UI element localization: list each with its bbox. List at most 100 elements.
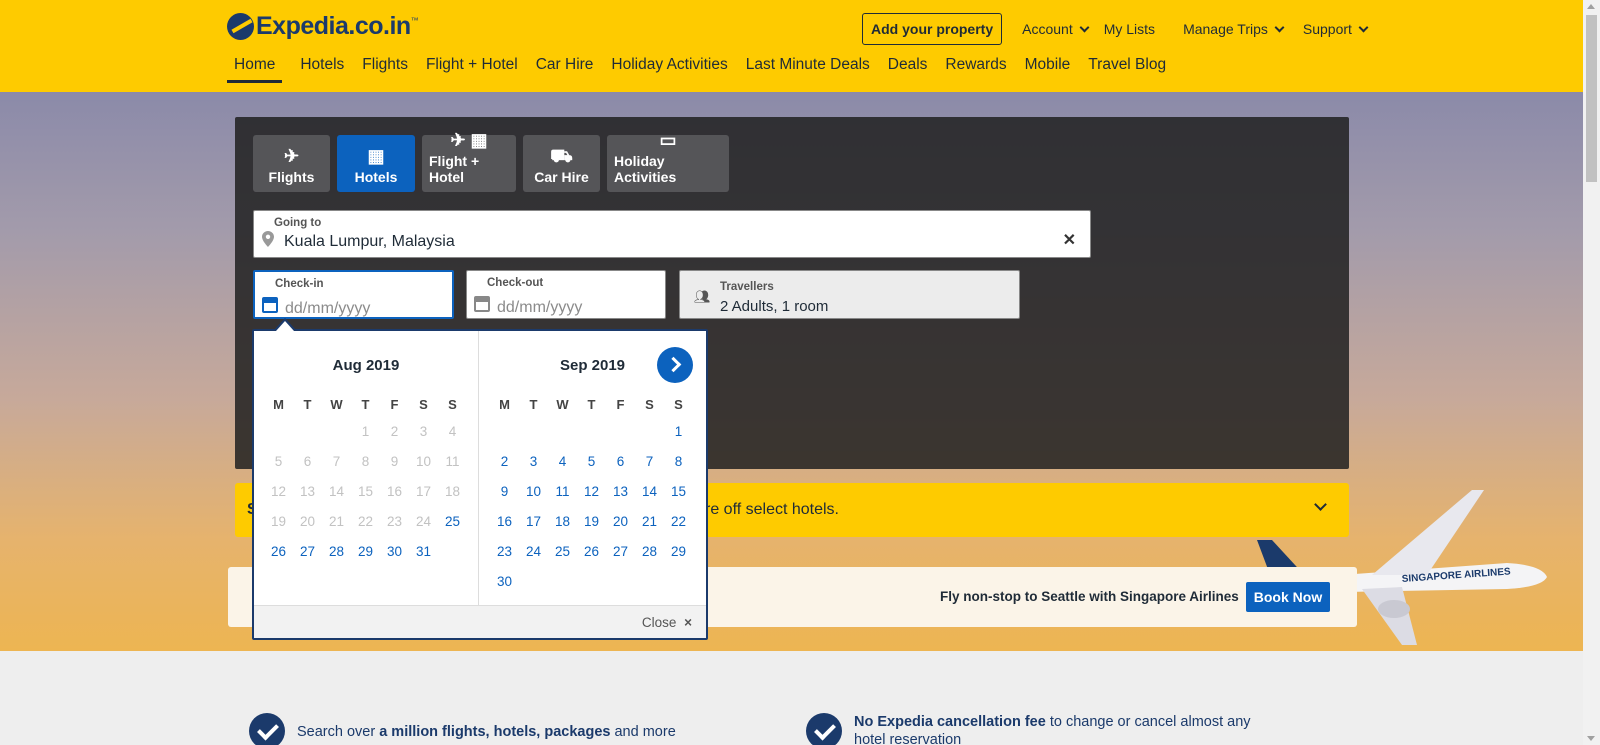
- calendar-day[interactable]: 15: [664, 482, 693, 512]
- calendar-day[interactable]: 24: [519, 542, 548, 572]
- calendar-day[interactable]: 27: [293, 542, 322, 572]
- calendar-day[interactable]: 18: [548, 512, 577, 542]
- calendar-pointer: [274, 318, 296, 331]
- weekday-header: S: [448, 397, 457, 412]
- nav-rewards[interactable]: Rewards: [945, 56, 1006, 82]
- nav-travel-blog[interactable]: Travel Blog: [1088, 56, 1166, 82]
- car-icon: ⛟: [550, 146, 573, 166]
- feature-million-flights: Search over a million flights, hotels, p…: [249, 713, 676, 745]
- calendar-day[interactable]: 4: [548, 452, 577, 482]
- empty-day-cell: [322, 422, 351, 452]
- calendar-day[interactable]: 17: [519, 512, 548, 542]
- going-to-field[interactable]: Going to Kuala Lumpur, Malaysia ✕: [253, 210, 1091, 258]
- calendar-day[interactable]: 29: [351, 542, 380, 572]
- calendar-day[interactable]: 20: [606, 512, 635, 542]
- calendar-day[interactable]: 22: [664, 512, 693, 542]
- calendar-day[interactable]: 12: [577, 482, 606, 512]
- nav-home[interactable]: Home: [227, 56, 283, 83]
- clear-icon[interactable]: ✕: [1063, 230, 1076, 250]
- weekday-header: S: [419, 397, 428, 412]
- nav-flight-hotel[interactable]: Flight + Hotel: [426, 56, 518, 82]
- calendar-day[interactable]: 26: [577, 542, 606, 572]
- scroll-thumb[interactable]: [1586, 15, 1597, 182]
- calendar-day[interactable]: 28: [322, 542, 351, 572]
- calendar-day[interactable]: 23: [490, 542, 519, 572]
- calendar-day[interactable]: 16: [490, 512, 519, 542]
- nav-deals[interactable]: Deals: [888, 56, 928, 82]
- calendar-day[interactable]: 30: [490, 572, 519, 602]
- calendar-day[interactable]: 9: [490, 482, 519, 512]
- page-scrollbar[interactable]: [1583, 0, 1600, 745]
- expedia-logo[interactable]: Expedia.co.in ™: [227, 12, 419, 41]
- calendar-day[interactable]: 14: [635, 482, 664, 512]
- weekday-header: T: [303, 397, 312, 412]
- month-grid: M T W T F S S 1 2 3 4 5 6 7 8 9 10 11 12 13 14 15 16 17 18 19 20 21…: [490, 397, 693, 602]
- calendar-day[interactable]: 28: [635, 542, 664, 572]
- calendar-day[interactable]: 1: [664, 422, 693, 452]
- add-property-button[interactable]: Add your property: [862, 13, 1003, 45]
- tab-flight-hotel[interactable]: ✈ ▦ Flight + Hotel: [422, 131, 516, 192]
- calendar-day[interactable]: 21: [635, 512, 664, 542]
- calendar-day[interactable]: 25: [438, 512, 467, 542]
- check-out-field[interactable]: Check-out dd/mm/yyyy: [466, 270, 666, 319]
- tab-flights[interactable]: ✈ Flights: [253, 135, 330, 192]
- nav-holiday-activities[interactable]: Holiday Activities: [611, 56, 727, 82]
- calendar-day[interactable]: 11: [548, 482, 577, 512]
- calendar-day[interactable]: 6: [606, 452, 635, 482]
- calendar-day[interactable]: 27: [606, 542, 635, 572]
- calendar-day[interactable]: 29: [664, 542, 693, 572]
- nav-mobile[interactable]: Mobile: [1025, 56, 1071, 82]
- nav-flights[interactable]: Flights: [362, 56, 408, 82]
- book-now-button[interactable]: Book Now: [1246, 582, 1330, 612]
- scroll-up-arrow-icon[interactable]: [1587, 4, 1595, 9]
- globe-plane-icon: [227, 13, 254, 40]
- empty-day-cell: [293, 422, 322, 452]
- close-button[interactable]: Close ×: [642, 615, 692, 630]
- calendar-day[interactable]: 13: [606, 482, 635, 512]
- manage-trips-label: Manage Trips: [1183, 21, 1268, 37]
- chevron-down-icon: [1079, 22, 1090, 32]
- tab-holiday-activities[interactable]: ▭ Holiday Activities: [607, 131, 729, 192]
- support-menu[interactable]: Support: [1303, 21, 1369, 37]
- nav-hotels[interactable]: Hotels: [300, 56, 344, 82]
- calendar-day[interactable]: 2: [490, 452, 519, 482]
- calendar-day-disabled: 20: [299, 514, 316, 529]
- travellers-field[interactable]: 👥︎ Travellers 2 Adults, 1 room: [679, 270, 1020, 319]
- empty-day-cell: [264, 422, 293, 452]
- account-menu[interactable]: Account: [1022, 21, 1090, 37]
- calendar-day[interactable]: 26: [264, 542, 293, 572]
- tab-hotels[interactable]: ▦ Hotels: [337, 135, 415, 192]
- calendar-day[interactable]: 31: [409, 542, 438, 572]
- calendar-day[interactable]: 8: [664, 452, 693, 482]
- map-pin-icon: [262, 231, 274, 247]
- nav-car-hire[interactable]: Car Hire: [536, 56, 594, 82]
- calendar-day[interactable]: 19: [577, 512, 606, 542]
- hotel-building-icon: ▦: [367, 146, 385, 166]
- calendar-day[interactable]: 10: [519, 482, 548, 512]
- weekday-header: F: [390, 397, 399, 412]
- calendar-day[interactable]: 25: [548, 542, 577, 572]
- calendar-day-disabled: 9: [390, 454, 399, 469]
- feature-text-pre: Search over: [297, 724, 380, 740]
- weekday-header: F: [616, 397, 625, 412]
- my-lists-link[interactable]: My Lists: [1104, 21, 1155, 37]
- checkmark-icon: [806, 713, 842, 745]
- next-month-button[interactable]: [657, 347, 693, 383]
- tab-car-hire[interactable]: ⛟ Car Hire: [523, 135, 600, 192]
- scroll-down-arrow-icon[interactable]: [1587, 736, 1595, 741]
- calendar-day[interactable]: 7: [635, 452, 664, 482]
- calendar-day[interactable]: 5: [577, 452, 606, 482]
- calendar-footer: Close ×: [254, 605, 706, 638]
- weekday-header: M: [273, 397, 284, 412]
- check-in-field[interactable]: Check-in dd/mm/yyyy: [253, 270, 454, 319]
- calendar-day-disabled: 19: [270, 514, 287, 529]
- calendar-icon: [262, 297, 278, 313]
- calendar-day[interactable]: 3: [519, 452, 548, 482]
- feature-text-bold: No Expedia cancellation fee: [854, 714, 1046, 730]
- calendar-day-disabled: 12: [270, 484, 287, 499]
- main-nav: Home Hotels Flights Flight + Hotel Car H…: [227, 56, 1184, 83]
- nav-last-minute-deals[interactable]: Last Minute Deals: [746, 56, 870, 82]
- calendar-day-disabled: 10: [415, 454, 432, 469]
- calendar-day[interactable]: 30: [380, 542, 409, 572]
- manage-trips-menu[interactable]: Manage Trips: [1183, 21, 1285, 37]
